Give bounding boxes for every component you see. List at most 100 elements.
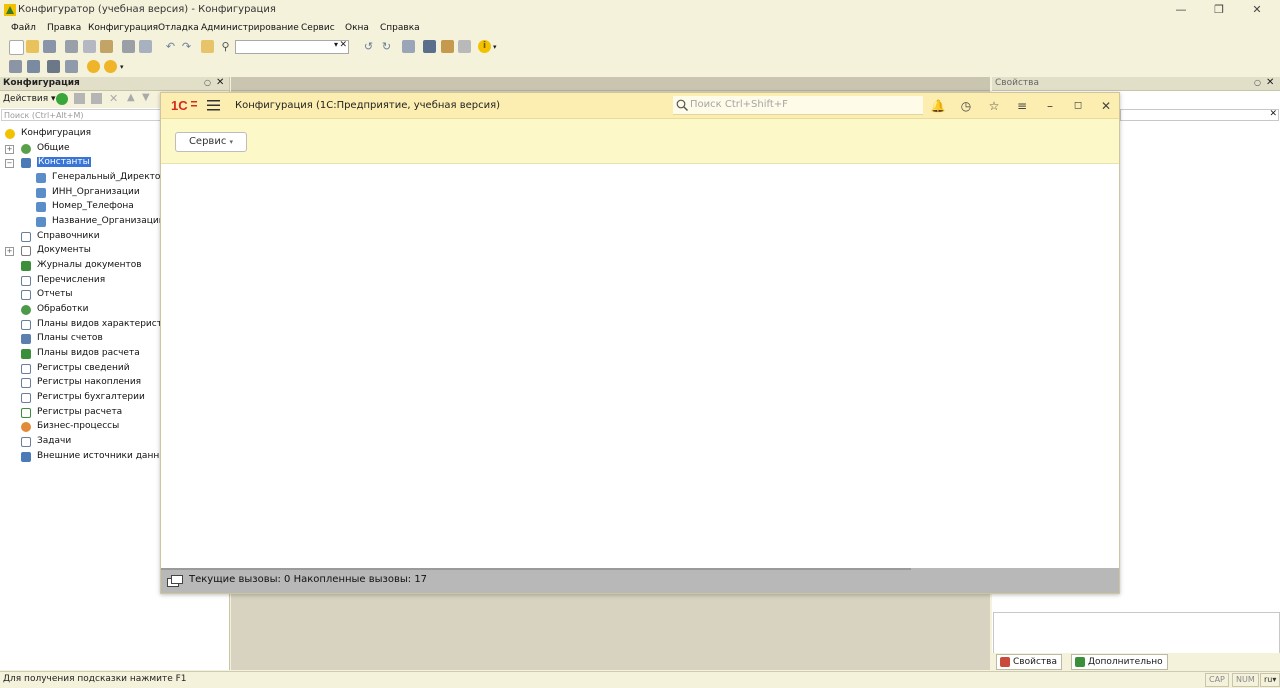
menu-service[interactable]: Сервис	[301, 23, 335, 33]
collapse-icon[interactable]: −	[5, 159, 14, 168]
tree-item-label: Общие	[37, 143, 70, 153]
move-down-icon[interactable]: ▼	[142, 92, 150, 103]
delete-icon[interactable]: ✕	[109, 92, 118, 105]
service-button[interactable]: Сервис ▾	[175, 132, 247, 152]
horizontal-scrollbar[interactable]	[161, 568, 911, 570]
edit-icon[interactable]	[74, 93, 85, 104]
print-preview-icon[interactable]	[139, 40, 152, 53]
menu-edit[interactable]: Правка	[47, 23, 81, 33]
undo-icon[interactable]: ↶	[164, 40, 177, 53]
external-data-sources-icon	[21, 452, 31, 462]
reports-icon	[21, 290, 31, 300]
configuration-icon	[5, 129, 15, 139]
num-lock-indicator: NUM	[1232, 673, 1259, 687]
move-up-icon[interactable]: ▲	[127, 92, 135, 103]
minimize-button[interactable]: —	[1164, 2, 1198, 18]
menu-configuration[interactable]: Конфигурация	[88, 23, 158, 33]
find-next-icon[interactable]: ↺	[362, 40, 375, 53]
menu-windows[interactable]: Окна	[345, 23, 369, 33]
pin-icon[interactable]: ○	[1254, 78, 1261, 87]
expand-icon[interactable]: +	[5, 247, 14, 256]
redo-icon[interactable]: ↷	[180, 40, 193, 53]
server-calls-icon[interactable]	[167, 574, 183, 588]
find-in-files-icon[interactable]	[201, 40, 214, 53]
favorites-star-icon[interactable]: ☆	[986, 98, 1002, 114]
toolbar2-more-icon[interactable]: ▾	[120, 63, 124, 71]
tree-item-label: Внешние источники данных	[37, 451, 172, 461]
start-debugging-icon[interactable]	[87, 60, 100, 73]
tree-item-label: Отчеты	[37, 289, 73, 299]
close-button[interactable]: ✕	[1240, 2, 1274, 18]
menu-administration[interactable]: Администрирование	[201, 23, 299, 33]
clear-icon[interactable]: ✕	[339, 40, 347, 50]
update-database-icon[interactable]	[47, 60, 60, 73]
info-icon[interactable]: i	[478, 40, 491, 53]
copy-item-icon[interactable]	[91, 93, 102, 104]
tree-item-label: Название_Организации	[52, 216, 165, 226]
find-previous-icon[interactable]: ↻	[380, 40, 393, 53]
notifications-bell-icon[interactable]: 🔔	[930, 98, 946, 114]
language-indicator[interactable]: ru▾	[1260, 673, 1280, 687]
global-search-input[interactable]: Поиск Ctrl+Shift+F	[673, 96, 923, 115]
search-icon[interactable]: ⚲	[219, 40, 232, 53]
tree-item-label: Документы	[37, 245, 91, 255]
server-calls-status: Текущие вызовы: 0 Накопленные вызовы: 17	[189, 574, 428, 585]
hamburger-menu-icon[interactable]	[207, 100, 220, 111]
cut-icon[interactable]	[65, 40, 78, 53]
open-folder-icon[interactable]	[26, 40, 39, 53]
document-journals-icon	[21, 261, 31, 271]
enterprise-status-bar: Текущие вызовы: 0 Накопленные вызовы: 17	[161, 568, 1119, 593]
expand-icon[interactable]: +	[5, 145, 14, 154]
status-bar: Для получения подсказки нажмите F1 CAP N…	[0, 671, 1280, 688]
properties-search-input[interactable]: ✕	[1120, 109, 1279, 121]
menu-help[interactable]: Справка	[380, 23, 420, 33]
enterprise-window-title: Конфигурация (1С:Предприятие, учебная ве…	[235, 100, 501, 111]
syntax-helper-icon[interactable]	[423, 40, 436, 53]
calculator-icon[interactable]	[458, 40, 471, 53]
dropdown-arrow-icon: ▾	[229, 138, 234, 146]
dropdown-arrow-icon[interactable]: ▾	[334, 40, 338, 49]
history-icon[interactable]: ◷	[958, 98, 974, 114]
tab-additional[interactable]: Дополнительно	[1071, 654, 1168, 670]
actions-menu[interactable]: Действия ▾	[3, 94, 56, 104]
constant-icon	[36, 173, 46, 183]
help-contents-icon[interactable]	[441, 40, 454, 53]
chart-of-accounts-icon	[21, 334, 31, 344]
minimize-icon[interactable]: –	[1042, 98, 1058, 114]
windows-list-icon[interactable]	[402, 40, 415, 53]
toolbar-search-input[interactable]: ▾ ✕	[235, 40, 349, 54]
panel-close-icon[interactable]: ✕	[1266, 77, 1274, 88]
menu-bar: Файл Правка Конфигурация Отладка Админис…	[0, 21, 1280, 37]
panel-close-icon[interactable]: ✕	[216, 77, 224, 88]
clear-icon[interactable]: ✕	[1269, 109, 1277, 119]
properties-panel-header: Свойства ○ ✕	[992, 77, 1280, 91]
menu-file[interactable]: Файл	[11, 23, 36, 33]
pin-icon[interactable]: ○	[204, 78, 211, 87]
maximize-icon[interactable]: ◻	[1070, 98, 1086, 114]
caps-lock-indicator: CAP	[1205, 673, 1229, 687]
1c-logo-icon: 1C	[171, 98, 197, 112]
copy-icon[interactable]	[83, 40, 96, 53]
configuration-toolbar: ▾	[0, 58, 1280, 76]
new-file-icon[interactable]	[9, 40, 24, 55]
save-icon[interactable]	[43, 40, 56, 53]
open-configuration-icon[interactable]	[9, 60, 22, 73]
property-description-box	[993, 612, 1280, 654]
restore-button[interactable]: ❐	[1202, 2, 1236, 18]
tree-item-label: Генеральный_Директор	[52, 172, 167, 182]
configuration-tree-icon[interactable]	[27, 60, 40, 73]
toolbar-more-icon[interactable]: ▾	[493, 43, 497, 51]
tab-properties[interactable]: Свойства	[996, 654, 1062, 670]
configuration-panel-header: Конфигурация ○ ✕	[0, 77, 229, 91]
compare-configurations-icon[interactable]	[65, 60, 78, 73]
run-enterprise-icon[interactable]	[104, 60, 117, 73]
main-toolbar: ↶ ↷ ⚲ ▾ ✕ ↺ ↻ i ▾	[0, 38, 1280, 56]
close-icon[interactable]: ✕	[1098, 98, 1114, 114]
tasks-icon	[21, 437, 31, 447]
actions-label: Действия	[3, 94, 49, 104]
function-menu-icon[interactable]: ≡	[1014, 98, 1030, 114]
menu-debug[interactable]: Отладка	[158, 23, 199, 33]
paste-icon[interactable]	[100, 40, 113, 53]
print-icon[interactable]	[122, 40, 135, 53]
add-icon[interactable]	[56, 93, 68, 105]
